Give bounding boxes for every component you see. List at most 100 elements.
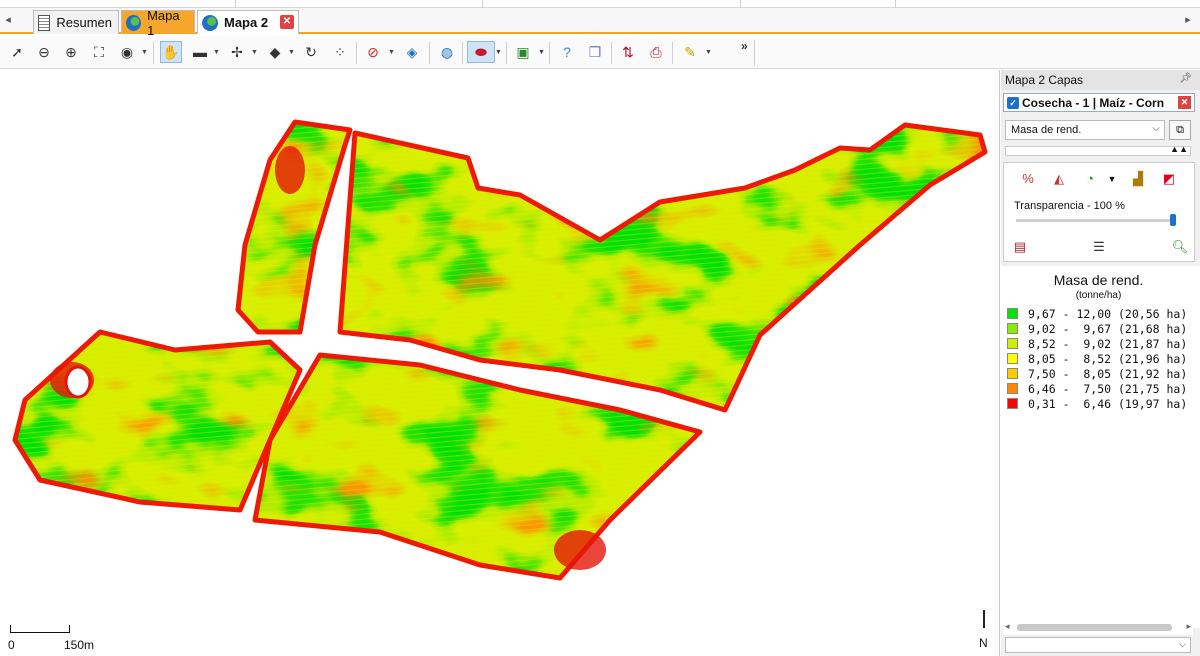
attribute-value: Masa de rend.: [1011, 124, 1082, 136]
transparency-label: Transparencia - 100 %: [1014, 200, 1125, 212]
panel-bottom-select[interactable]: ⌵: [1005, 637, 1191, 653]
select-arrow-icon[interactable]: ➚: [6, 41, 28, 63]
toolbar-separator: [462, 42, 463, 64]
eraser-icon[interactable]: ◆: [264, 41, 286, 63]
layer-visible-checkbox[interactable]: ✓: [1007, 96, 1019, 109]
zoom-out-icon[interactable]: ⊖: [33, 41, 55, 63]
layers-panel: Mapa 2 Capas 📌︎ ✓ Cosecha - 1 | Maíz - C…: [1001, 70, 1200, 656]
legend-range: 7,50 - 8,05 (21,92 ha): [1028, 366, 1188, 381]
select-region-icon[interactable]: ▣: [512, 41, 534, 63]
legend-title: Masa de rend.: [1053, 272, 1144, 288]
no-filter-icon[interactable]: ⊘: [362, 41, 384, 63]
chevron-down-icon: ⌵: [1179, 639, 1186, 649]
layer-header[interactable]: ✓ Cosecha - 1 | Maíz - Corn ✕: [1003, 93, 1195, 112]
legend-range: 9,67 - 12,00 (20,56 ha): [1028, 306, 1188, 321]
help-icon[interactable]: ?: [556, 41, 578, 63]
list-icon[interactable]: ☰: [1089, 237, 1109, 257]
legend-row: 8,05 - 8,52 (21,96 ha): [1007, 351, 1187, 366]
filter-dropdown-icon[interactable]: ▼: [388, 49, 395, 56]
document-icon: [38, 14, 51, 31]
print-icon[interactable]: ⎙: [645, 41, 667, 63]
region-dropdown-icon[interactable]: ▼: [538, 49, 545, 56]
collapse-bar[interactable]: ▲▲: [1005, 144, 1191, 156]
undo-rotate-icon[interactable]: ↻: [300, 41, 322, 63]
close-tab-icon[interactable]: ✕: [280, 15, 294, 29]
zoom-in-icon[interactable]: ⊕: [60, 41, 82, 63]
legend-range: 6,46 - 7,50 (21,75 ha): [1028, 381, 1188, 396]
tab-scroll-right-icon[interactable]: ▸: [1182, 12, 1194, 28]
toolbar-separator: [754, 40, 755, 66]
gradient-icon[interactable]: ◩: [1159, 169, 1179, 189]
zoom-extent-icon[interactable]: ⛶: [88, 41, 110, 63]
tab-scroll-left-icon[interactable]: ◂: [2, 12, 14, 28]
strip-divider: [895, 0, 896, 8]
tab-mapa-2[interactable]: Mapa 2 ✕: [197, 10, 299, 34]
scale-distance-label: 150m: [64, 638, 95, 652]
layer-tools: % ◭ ◔ ▼ ▟ ◩ Transparencia - 100 % ▤ ☰ 🔍︎: [1003, 162, 1195, 262]
note-dropdown-icon[interactable]: ▼: [705, 49, 712, 56]
toolbar-overflow-button[interactable]: »: [741, 39, 748, 53]
label-abc-icon[interactable]: ✢: [226, 41, 248, 63]
attribute-select[interactable]: Masa de rend. ⌵: [1005, 120, 1165, 140]
panel-title-bar: Mapa 2 Capas 📌︎: [1001, 70, 1200, 90]
attribute-settings-button[interactable]: ⧉: [1169, 120, 1191, 140]
toolbar-separator: [611, 42, 612, 64]
tab-label: Resumen: [56, 15, 112, 30]
scrollbar-thumb[interactable]: [1017, 624, 1172, 631]
map-canvas[interactable]: 0 150m N: [0, 70, 1000, 656]
transparency-slider-thumb[interactable]: [1170, 214, 1176, 226]
document-tab-bar: ◂ ▸ Resumen Mapa 1 Mapa 2 ✕: [0, 8, 1200, 38]
export-icon[interactable]: ⇅: [617, 41, 639, 63]
tab-mapa-1[interactable]: Mapa 1: [121, 8, 195, 38]
transparency-slider[interactable]: [1016, 214, 1176, 226]
yield-map[interactable]: [0, 70, 1000, 656]
legend-swatch: [1007, 368, 1018, 379]
globe-icon: [202, 14, 218, 31]
pan-hand-icon[interactable]: ✋: [160, 41, 182, 63]
layer-name: Cosecha - 1 | Maíz - Corn: [1022, 95, 1165, 110]
close-layer-icon[interactable]: ✕: [1178, 96, 1191, 109]
toolbar-separator: [429, 42, 430, 64]
north-arrow-icon: [983, 610, 985, 628]
toolbar-separator: [153, 42, 154, 64]
points-icon[interactable]: ⁘: [329, 41, 351, 63]
layer-stack-icon[interactable]: ◈: [401, 41, 423, 63]
note-icon[interactable]: ✎: [679, 41, 701, 63]
legend-swatch: [1007, 398, 1018, 409]
legend-unit: (tonne/ha): [1075, 290, 1122, 301]
map-toolbar: ➚ ⊖ ⊕ ⛶ ◉ ▼ ✋ ▬ ▼ ✢ ▼ ◆ ▼ ↻ ⁘ ⊘ ▼ ◈ ◍ ⬬ …: [0, 36, 1200, 69]
eraser-dropdown-icon[interactable]: ▼: [288, 49, 295, 56]
legend-range: 9,02 - 9,67 (21,68 ha): [1028, 321, 1188, 336]
tab-resumen[interactable]: Resumen: [33, 10, 119, 34]
pin-icon[interactable]: 📌︎: [1179, 73, 1192, 84]
scale-bar: [10, 625, 70, 633]
ellipse-color-icon[interactable]: ⬬: [467, 41, 495, 63]
zoom-layer-dropdown-icon[interactable]: ▼: [141, 49, 148, 56]
histogram-icon[interactable]: ▟: [1128, 169, 1148, 189]
globe-add-icon[interactable]: ◍: [436, 41, 458, 63]
strip-divider: [740, 0, 741, 8]
zoom-to-layer-icon[interactable]: 🔍︎: [1170, 237, 1190, 257]
chevron-down-icon: ⌵: [1152, 123, 1160, 134]
scroll-right-icon[interactable]: ▸: [1186, 621, 1191, 632]
field-hole: [64, 365, 92, 399]
color-dropdown-icon[interactable]: ▼: [495, 49, 502, 56]
label-dropdown-icon[interactable]: ▼: [251, 49, 258, 56]
zoom-layer-icon[interactable]: ◉: [116, 41, 138, 63]
legend-range: 8,52 - 9,02 (21,87 ha): [1028, 336, 1188, 351]
copy-map-icon[interactable]: ❐: [584, 41, 606, 63]
legend-row: 6,46 - 7,50 (21,75 ha): [1007, 381, 1187, 396]
panel-horizontal-scrollbar[interactable]: ◂ ▸: [1003, 621, 1193, 635]
percent-icon[interactable]: %: [1018, 169, 1038, 189]
layer-properties-icon[interactable]: ▤: [1010, 237, 1030, 257]
tab-label: Mapa 2: [224, 15, 269, 30]
collapse-up-icon[interactable]: ▲▲: [1170, 144, 1188, 154]
legend-range: 0,31 - 6,46 (19,97 ha): [1028, 396, 1188, 411]
legend-style-icon[interactable]: ◔: [1080, 169, 1100, 189]
color-ramp-icon[interactable]: ◭: [1049, 169, 1069, 189]
legend-row: 7,50 - 8,05 (21,92 ha): [1007, 366, 1187, 381]
measure-dropdown-icon[interactable]: ▼: [213, 49, 220, 56]
scroll-left-icon[interactable]: ◂: [1005, 621, 1010, 632]
legend-style-dropdown-icon[interactable]: ▼: [1102, 169, 1122, 189]
measure-ruler-icon[interactable]: ▬: [189, 41, 211, 63]
